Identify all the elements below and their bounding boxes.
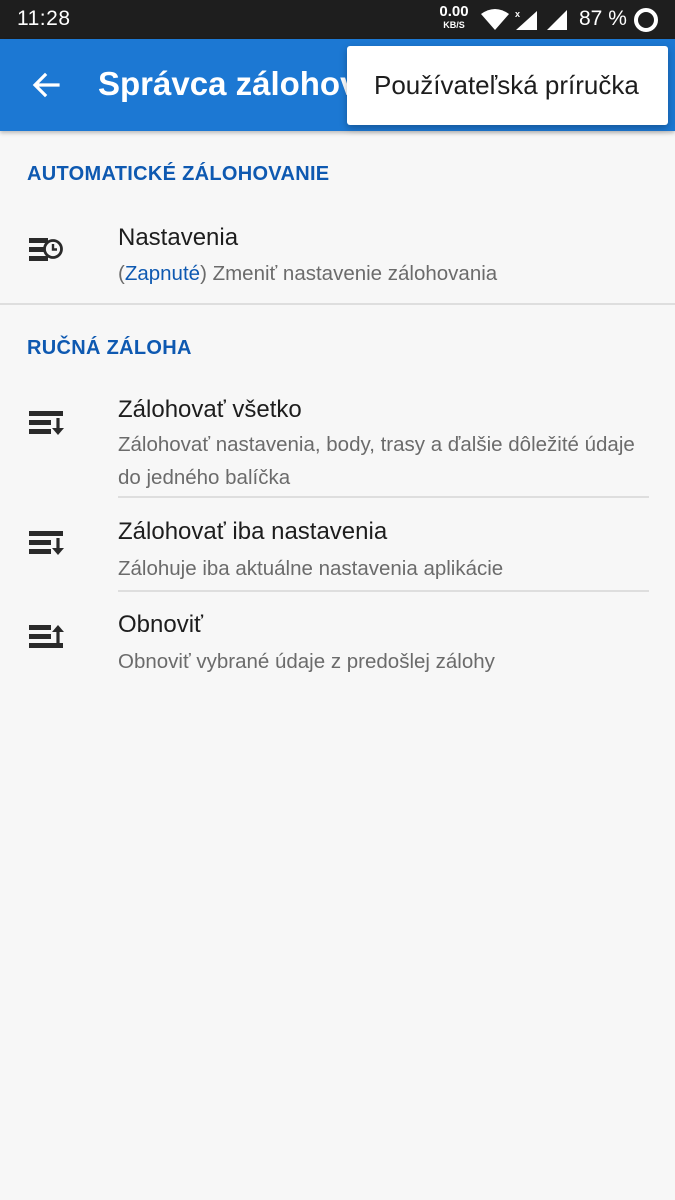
restore-title: Obnoviť (118, 611, 204, 638)
wifi-icon (481, 9, 509, 30)
backup-settings-only-title: Zálohovať iba nastavenia (118, 518, 388, 545)
backup-all-subtitle: Zálohovať nastavenia, body, trasy a ďalš… (118, 433, 635, 489)
section-divider (0, 303, 675, 305)
backup-download-icon (29, 531, 64, 555)
settings-subtitle: (Zapnuté) Zmeniť nastavenie zálohovania (118, 262, 498, 285)
restore-upload-icon (29, 625, 64, 648)
backup-download-icon (29, 411, 64, 435)
battery-percent: 87 % (579, 7, 627, 30)
battery-ring-icon (634, 8, 658, 32)
section-header-manual-backup: RUČNÁ ZÁLOHA (27, 337, 192, 359)
menu-item-user-guide[interactable]: Používateľská príručka (347, 46, 668, 125)
backup-all-row[interactable]: Zálohovať všetko Zálohovať nastavenia, b… (0, 380, 675, 496)
page-title: Správca zálohovania (98, 65, 358, 102)
status-bar: 11:28 0.00 KB/S x 87 % (0, 0, 675, 39)
status-time: 11:28 (17, 7, 71, 30)
backup-status-badge: Zapnuté (124, 262, 201, 285)
network-speed: 0.00 KB/S (437, 4, 471, 30)
backup-settings-only-subtitle: Zálohuje iba aktuálne nastavenia aplikác… (118, 557, 504, 580)
restore-subtitle: Obnoviť vybrané údaje z predošlej zálohy (118, 650, 495, 673)
backup-all-title: Zálohovať všetko (118, 396, 302, 423)
back-arrow-icon[interactable] (28, 67, 64, 103)
section-header-automatic-backup: AUTOMATICKÉ ZÁLOHOVANIE (27, 163, 330, 185)
backup-settings-only-row[interactable]: Zálohovať iba nastavenia Zálohuje iba ak… (0, 498, 675, 590)
cellular-signal-icon: x (515, 9, 537, 30)
network-speed-unit: KB/S (443, 20, 465, 30)
backup-schedule-icon (29, 238, 63, 261)
signal-label: x (515, 9, 520, 19)
network-speed-value: 0.00 (439, 3, 469, 20)
restore-row[interactable]: Obnoviť Obnoviť vybrané údaje z predošle… (0, 592, 675, 688)
overflow-menu: Používateľská príručka (347, 46, 668, 125)
cellular-signal-icon-2 (547, 10, 567, 30)
settings-title: Nastavenia (118, 224, 239, 251)
settings-row[interactable]: Nastavenia (Zapnuté) Zmeniť nastavenie z… (0, 208, 675, 302)
